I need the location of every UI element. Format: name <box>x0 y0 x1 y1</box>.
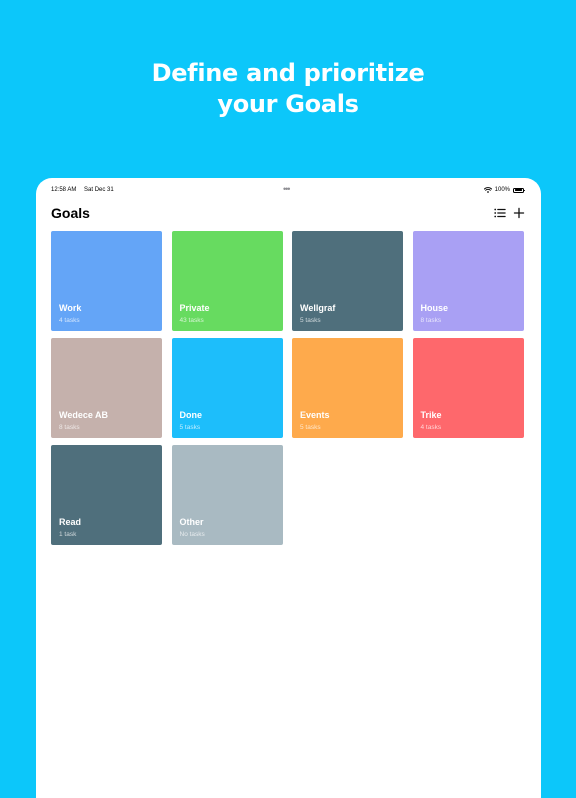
battery-percentage: 100% <box>494 187 510 193</box>
ipad-screen: 12:58 AM Sat Dec 31 ••• 100% Goals Work … <box>36 178 541 798</box>
page-title: Goals <box>51 205 90 221</box>
goal-name: Trike <box>420 410 442 420</box>
goal-task-count: 4 tasks <box>59 317 80 324</box>
goal-name: Private <box>179 303 210 313</box>
marketing-headline: Define and prioritize your Goals <box>0 58 576 120</box>
goal-tile[interactable]: Events 5 tasks <box>292 338 403 438</box>
goal-tile[interactable]: Private 43 tasks <box>171 231 283 331</box>
multitasking-dots[interactable]: ••• <box>283 184 291 194</box>
goal-task-count: 1 task <box>59 531 77 538</box>
goal-task-count: 8 tasks <box>59 424 80 431</box>
goal-task-count: 5 tasks <box>300 317 321 324</box>
goal-name: House <box>420 303 449 313</box>
toolbar <box>494 207 525 219</box>
status-bar: 12:58 AM Sat Dec 31 ••• 100% <box>51 184 526 197</box>
headline-line-2: your Goals <box>217 90 359 118</box>
list-icon[interactable] <box>494 207 506 219</box>
goal-tile[interactable]: House 8 tasks <box>412 231 524 331</box>
goals-grid: Work 4 tasks Private 43 tasks Wellgraf 5 task… <box>51 231 524 545</box>
status-time: 12:58 AM <box>51 187 77 193</box>
status-left: 12:58 AM Sat Dec 31 <box>51 187 120 193</box>
goal-task-count: 8 tasks <box>420 317 442 324</box>
goal-tile[interactable]: Wedece AB 8 tasks <box>51 338 162 438</box>
goal-tile[interactable]: Other No tasks <box>171 445 283 545</box>
status-right: 100% <box>483 187 526 193</box>
battery-icon <box>513 187 526 193</box>
goal-task-count: 43 tasks <box>179 317 204 324</box>
goal-tile[interactable]: Read 1 task <box>51 445 162 545</box>
plus-icon[interactable] <box>513 207 525 219</box>
goal-task-count: 4 tasks <box>420 424 442 431</box>
goal-tile[interactable]: Work 4 tasks <box>51 231 162 331</box>
goal-task-count: 5 tasks <box>179 424 201 431</box>
headline-line-1: Define and prioritize <box>151 59 425 87</box>
goal-tile[interactable]: Done 5 tasks <box>171 338 283 438</box>
goal-name: Read <box>59 517 82 527</box>
goal-tile[interactable]: Trike 4 tasks <box>412 338 524 438</box>
goal-tile[interactable]: Wellgraf 5 tasks <box>292 231 403 331</box>
wifi-icon <box>483 187 492 193</box>
goal-name: Done <box>179 410 203 420</box>
goal-name: Work <box>59 303 82 313</box>
goal-name: Wellgraf <box>300 303 336 313</box>
status-date: Sat Dec 31 <box>84 187 114 193</box>
goal-task-count: No tasks <box>179 531 205 538</box>
goal-task-count: 5 tasks <box>300 424 321 431</box>
goal-name: Wedece AB <box>59 410 109 420</box>
goal-name: Other <box>179 517 204 527</box>
goal-name: Events <box>300 410 330 420</box>
